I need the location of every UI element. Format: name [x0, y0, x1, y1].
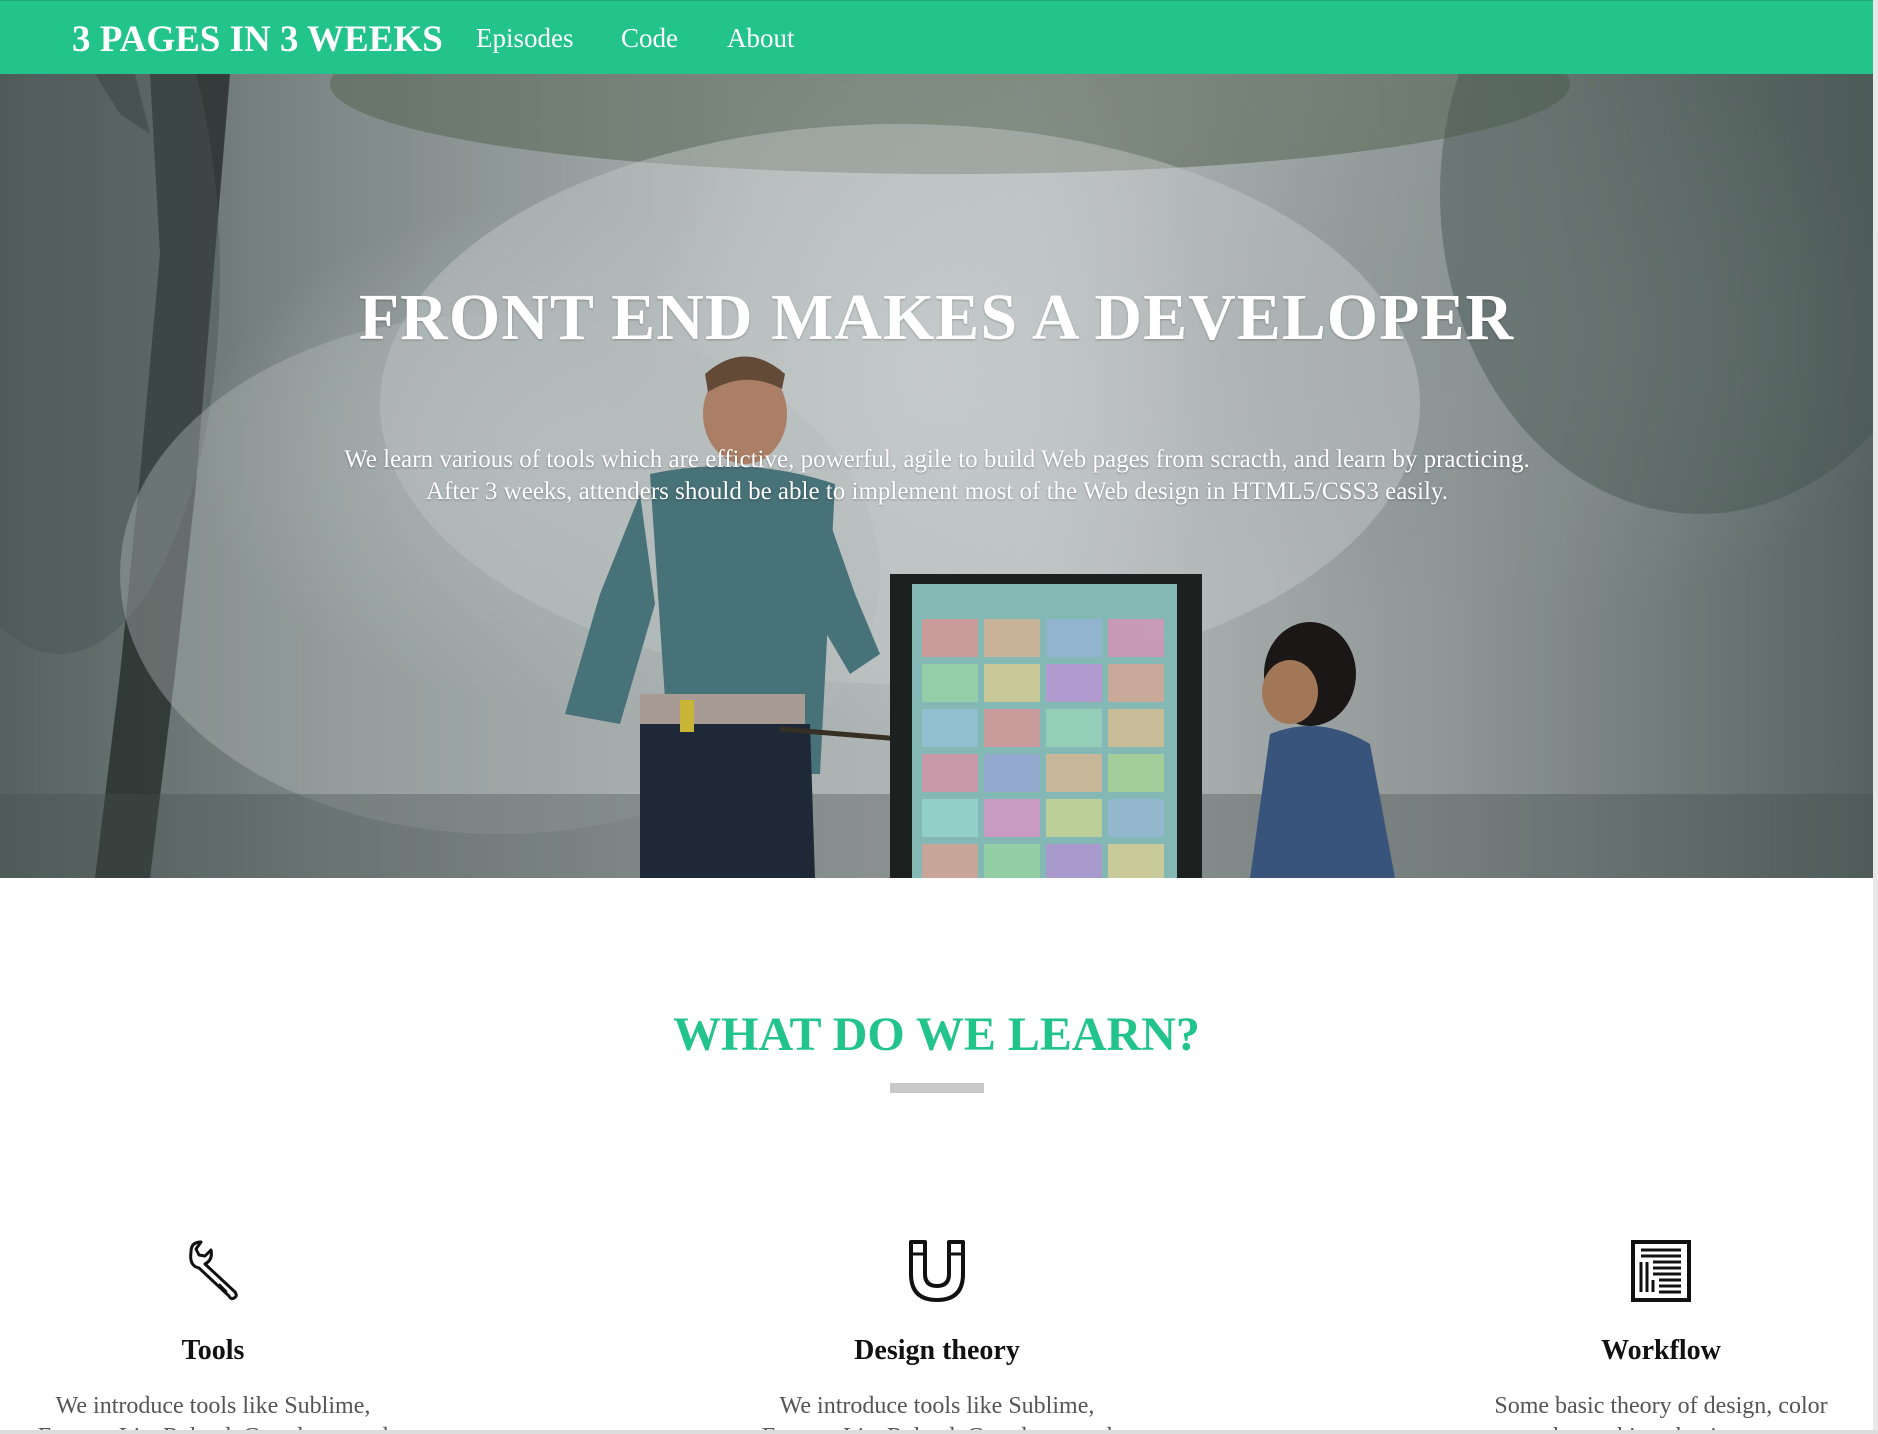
top-navbar: 3 PAGES IN 3 WEEKS Episodes Code About [0, 0, 1873, 74]
window-bottom-edge [0, 1430, 1878, 1434]
magnet-icon [909, 1240, 965, 1302]
feature-tools-description: We introduce tools like Sublime, Emmet, … [38, 1393, 389, 1430]
feature-tools-name: Tools [181, 1335, 245, 1366]
page: 3 PAGES IN 3 WEEKS Episodes Code About F… [0, 0, 1873, 1430]
hero-banner: FRONT END MAKES A DEVELOPER We learn var… [0, 74, 1873, 878]
feature-workflow-name: Workflow [1601, 1335, 1721, 1366]
wrench-icon [189, 1240, 238, 1301]
hero-subtitle: We learn various of tools which are effi… [344, 446, 1530, 505]
section-divider [890, 1083, 984, 1093]
brand-logo-link[interactable]: 3 PAGES IN 3 WEEKS [72, 18, 443, 61]
hero-title: FRONT END MAKES A DEVELOPER [358, 281, 1515, 354]
nav-link-episodes[interactable]: Episodes [476, 23, 574, 54]
feature-design-theory-name: Design theory [854, 1335, 1020, 1366]
learn-section-title: WHAT DO WE LEARN? [673, 1008, 1200, 1061]
feature-workflow-description: Some basic theory of design, color schem… [1494, 1393, 1828, 1430]
page-scrollbar[interactable] [1873, 0, 1878, 1434]
nav-link-about[interactable]: About [727, 23, 795, 54]
feature-design-theory-description: We introduce tools like Sublime, Emmet, … [762, 1393, 1113, 1430]
layout-grid-icon [1631, 1240, 1691, 1302]
nav-link-code[interactable]: Code [621, 23, 678, 54]
